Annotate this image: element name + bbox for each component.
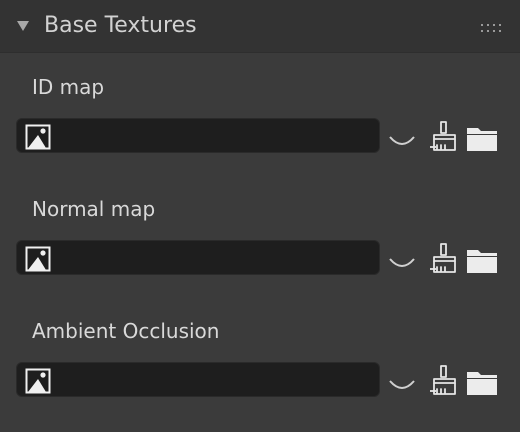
drag-handle-icon[interactable] — [481, 24, 501, 32]
texture-field[interactable] — [16, 240, 380, 275]
folder-icon[interactable] — [466, 368, 498, 396]
chevron-down-icon[interactable] — [388, 378, 416, 392]
texture-slot-ambient-occlusion: Ambient Occlusion — [0, 318, 520, 432]
slot-label: Normal map — [32, 197, 156, 221]
brush-icon[interactable] — [428, 364, 458, 396]
chevron-down-icon[interactable] — [388, 256, 416, 270]
texture-slot-id-map: ID map — [0, 74, 520, 196]
folder-icon[interactable] — [466, 246, 498, 274]
image-icon — [25, 368, 51, 394]
section-header[interactable]: Base Textures — [0, 0, 520, 53]
brush-icon[interactable] — [428, 242, 458, 274]
image-icon — [25, 124, 51, 150]
section-title: Base Textures — [44, 13, 197, 38]
slot-label: ID map — [32, 75, 105, 99]
texture-field[interactable] — [16, 362, 380, 397]
texture-field[interactable] — [16, 118, 380, 153]
image-icon — [25, 246, 51, 272]
base-textures-panel: Base Textures ID map Normal map Ambient … — [0, 0, 520, 432]
texture-slot-normal-map: Normal map — [0, 196, 520, 318]
brush-icon[interactable] — [428, 120, 458, 152]
chevron-down-icon[interactable] — [388, 134, 416, 148]
collapse-triangle-icon[interactable] — [17, 21, 29, 31]
folder-icon[interactable] — [466, 124, 498, 152]
slot-label: Ambient Occlusion — [32, 319, 220, 343]
